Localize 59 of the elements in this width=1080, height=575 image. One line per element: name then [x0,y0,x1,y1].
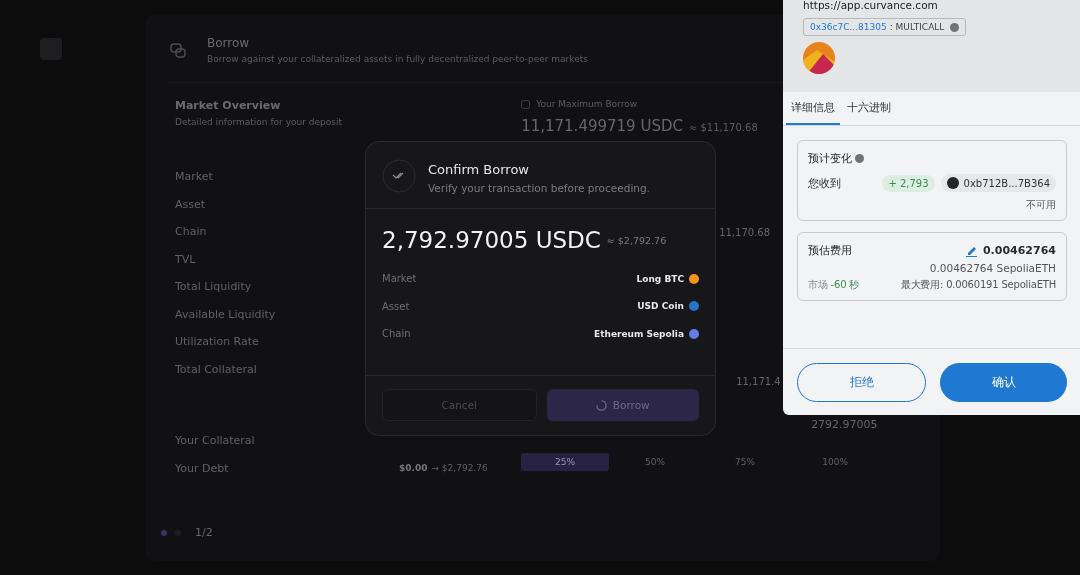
dialog-subtitle: Verify your transaction before proceeding. [428,182,650,194]
row-label: Utilization Rate [175,334,259,350]
reject-button[interactable]: 拒绝 [797,363,926,402]
row-label: Available Liquidity [175,306,276,322]
max-borrow-label: Your Maximum Borrow [536,99,637,109]
ltv-step[interactable]: 100% [791,453,880,471]
dialog-title: Confirm Borrow [428,162,530,177]
borrow-amount: 2,792.97005 USDC [382,227,601,253]
detail-label: Chain [382,328,412,340]
account-avatar-icon [803,42,835,74]
detail-label: Asset [382,300,411,312]
speed-estimate: 市场 -60 秒 [808,278,860,292]
row-label: Chain [175,224,207,240]
borrow-usd-value: ≈ $2,792.76 [606,234,667,246]
section-title: Market Overview [175,99,282,112]
value-text: 11,171.4 [736,376,781,387]
borrow-button[interactable]: Borrow [546,389,699,421]
row-label: Your Collateral [175,433,255,449]
max-fee: 最大费用: 0.0060191 SepoliaETH [900,278,1056,292]
max-borrow-amount: 11,171.499719 USDC [521,117,683,135]
page-dot[interactable] [161,529,167,536]
row-label: Market [175,169,213,185]
row-label: Your Debt [175,460,230,476]
tab[interactable]: 详细信息 [786,92,840,125]
receive-label: 您收到 [808,175,842,191]
max-borrow-usd: ≈ $11,170.68 [688,122,758,133]
ltv-step[interactable]: 75% [701,453,790,471]
double-check-icon [382,159,416,193]
detail-label: Market [382,273,418,285]
debt-new-value: → $2,792.76 [431,463,488,474]
detail-value: Long BTC [636,273,684,284]
value-text: 2792.97005 [811,418,878,431]
page-title: Borrow [207,36,251,50]
detail-value: USD Coin [637,301,684,312]
page-counter: 1/2 [195,526,213,539]
ltv-step[interactable]: 25% [521,453,610,471]
fee-amount-full: 0.00462764 SepoliaETH [928,262,1056,274]
value-text: 11,170.68 [719,227,771,238]
row-label: Asset [175,196,206,212]
fiat-value: 不可用 [1025,198,1056,212]
amount-badge: + 2,793 [882,174,935,192]
token-chip[interactable]: 0xb712B...7B364 [940,174,1056,192]
card-title: 预计变化 [808,151,852,166]
pencil-icon[interactable] [965,244,977,257]
page-subtitle: Borrow against your collateralized assets in fully decentralized peer-to-peer markets [207,54,588,64]
row-label: TVL [175,251,196,267]
method-name: : MULTICALL [889,22,945,32]
confirm-button[interactable]: 确认 [940,363,1067,402]
row-label: Total Liquidity [175,279,252,295]
row-label: Total Collateral [175,361,257,377]
section-subtitle: Detailed information for your deposit [175,117,342,127]
fee-amount: 0.00462764 [982,244,1056,257]
detail-value: Ethereum Sepolia [594,328,684,339]
site-url: https://app.curvance.com [803,0,939,11]
contract-address-link[interactable]: 0x36c7C...81305 [810,22,887,32]
debt-value: $0.00 [399,463,428,474]
ltv-step[interactable]: 50% [611,453,700,471]
card-title: 预估费用 [808,243,852,258]
tab[interactable]: 十六进制 [842,92,896,125]
